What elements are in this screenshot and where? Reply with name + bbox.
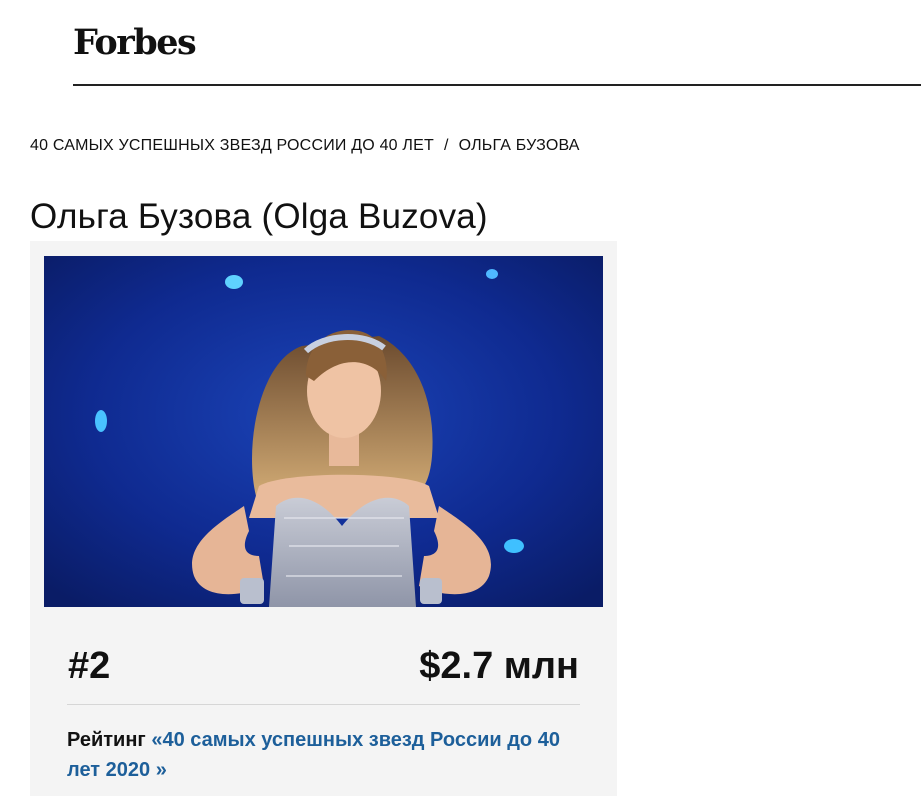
header-divider <box>73 84 921 86</box>
rank-number: #2 <box>68 645 111 687</box>
breadcrumb-list-link[interactable]: 40 САМЫХ УСПЕШНЫХ ЗВЕЗД РОССИИ ДО 40 ЛЕТ <box>30 137 434 155</box>
breadcrumb: 40 САМЫХ УСПЕШНЫХ ЗВЕЗД РОССИИ ДО 40 ЛЕТ… <box>30 136 580 156</box>
profile-photo <box>44 256 603 607</box>
breadcrumb-separator: / <box>443 137 449 154</box>
profile-card: #2 $2.7 млн Рейтинг «40 самых успешных з… <box>30 241 617 796</box>
forbes-logo[interactable]: Forbes <box>73 22 197 63</box>
breadcrumb-current[interactable]: ОЛЬГА БУЗОВА <box>459 137 580 155</box>
page-title: Ольга Бузова (Olga Buzova) <box>30 197 488 236</box>
rating-text: Рейтинг «40 самых успешных звезд России … <box>67 725 567 785</box>
rating-prefix: Рейтинг <box>67 729 146 751</box>
net-worth-value: $2.7 млн <box>419 645 579 687</box>
card-divider <box>67 704 580 705</box>
